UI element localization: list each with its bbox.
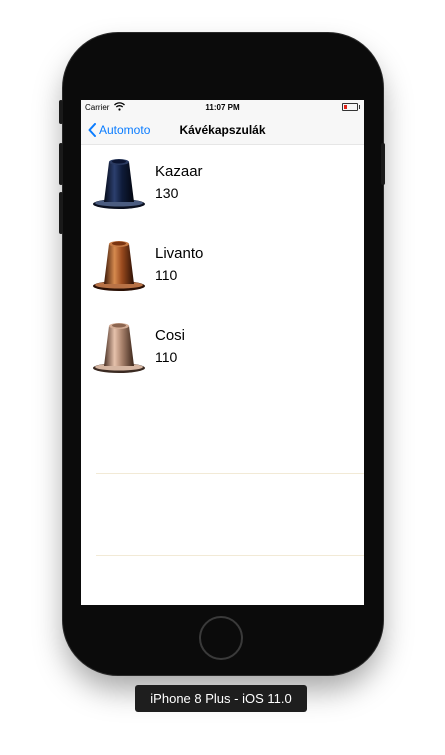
capsule-name: Kazaar [155,163,203,180]
list-item[interactable]: Cosi 110 [81,309,364,391]
app-screen: Carrier 11:07 PM Automoto Kávékapszulák [81,100,364,605]
home-button[interactable] [199,616,243,660]
navigation-bar: Automoto Kávékapszulák [81,114,364,145]
capsule-list: Kazaar 130 Livanto 110 Cosi 110 [81,145,364,391]
coffee-capsule-icon [93,159,145,209]
volume-down-button [59,192,63,234]
power-button [381,143,385,185]
status-bar: Carrier 11:07 PM [81,100,364,114]
list-separator [96,555,364,556]
capsule-value: 110 [155,267,178,283]
list-separator [96,473,364,474]
battery-level [344,105,347,109]
status-time: 11:07 PM [205,103,240,112]
capsule-name: Cosi [155,327,186,344]
capsule-name: Livanto [155,245,204,262]
volume-up-button [59,143,63,185]
coffee-capsule-icon [93,241,145,291]
battery-low-icon [342,103,360,111]
page-title: Kávékapszulák [179,123,266,137]
simulator-device-label: iPhone 8 Plus - iOS 11.0 [135,685,307,712]
mute-switch [59,100,63,124]
capsule-value: 110 [155,349,178,365]
list-item[interactable]: Livanto 110 [81,227,364,309]
list-item[interactable]: Kazaar 130 [81,145,364,227]
capsule-value: 130 [155,185,179,201]
coffee-capsule-icon [93,323,145,373]
